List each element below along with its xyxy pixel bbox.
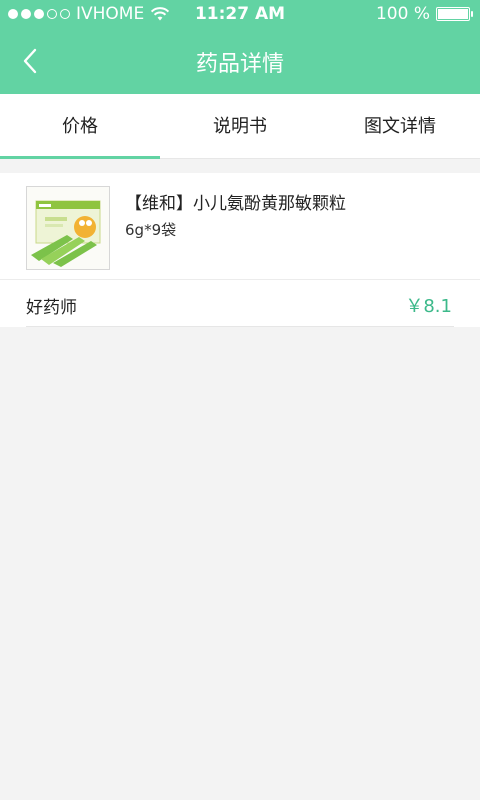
tab-price[interactable]: 价格 — [0, 94, 160, 158]
tab-instructions[interactable]: 说明书 — [160, 94, 320, 158]
tab-image-details[interactable]: 图文详情 — [320, 94, 480, 158]
status-bar: IVHOME 11:27 AM 100 % — [0, 0, 480, 28]
offer-price: ￥8.1 — [405, 296, 452, 317]
battery-percentage: 100 % — [375, 4, 430, 24]
battery-icon — [436, 7, 473, 21]
row-divider — [26, 326, 454, 327]
product-card: 【维和】小儿氨酚黄那敏颗粒 6g*9袋 好药师 ￥8.1 — [0, 173, 480, 327]
battery-group: 100 % — [375, 0, 473, 28]
product-summary[interactable]: 【维和】小儿氨酚黄那敏颗粒 6g*9袋 — [0, 173, 480, 280]
medicine-box-image — [27, 187, 109, 269]
page-title: 药品详情 — [195, 52, 284, 77]
product-name: 【维和】小儿氨酚黄那敏颗粒 — [125, 194, 346, 214]
nav-bar: 药品详情 — [0, 28, 480, 94]
tab-bar: 价格 说明书 图文详情 — [0, 94, 480, 159]
offer-row[interactable]: 好药师 ￥8.1 — [0, 279, 480, 327]
top-bar: IVHOME 11:27 AM 100 % 药品详情 — [0, 0, 480, 94]
product-image — [26, 186, 110, 270]
product-spec: 6g*9袋 — [125, 221, 177, 239]
seller-name: 好药师 — [26, 298, 77, 318]
active-tab-indicator — [0, 156, 160, 159]
